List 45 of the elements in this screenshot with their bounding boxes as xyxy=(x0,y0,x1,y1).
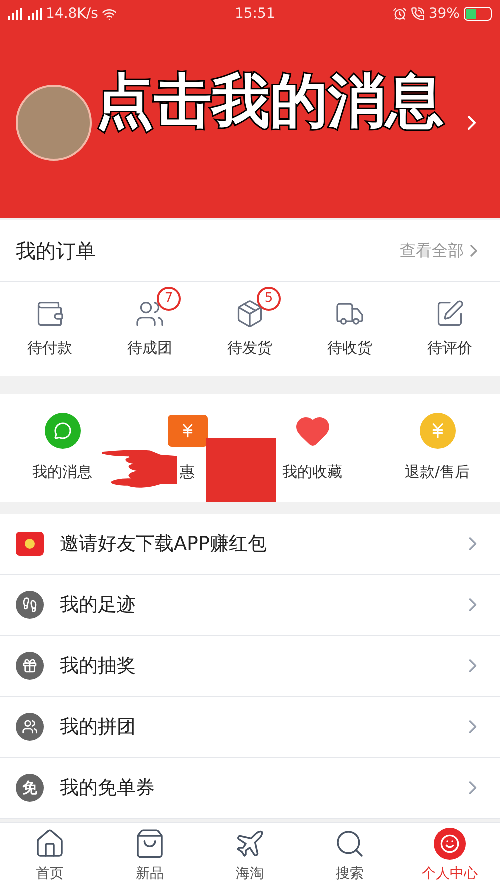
order-status-item[interactable]: 7 待成团 xyxy=(100,282,200,376)
order-status-item[interactable]: 5 待发货 xyxy=(200,282,300,376)
chat-bubble-icon xyxy=(44,412,80,449)
menu-icon-glyph: 免 xyxy=(16,774,44,802)
coin-icon xyxy=(420,412,456,449)
service-label[interactable]: 退款/售后 xyxy=(404,460,470,484)
ticket-icon xyxy=(168,414,208,447)
tab[interactable]: 首页 xyxy=(0,823,100,889)
tab[interactable]: 个人中心 xyxy=(400,823,500,889)
count-badge: 5 xyxy=(257,286,281,311)
package-icon xyxy=(235,298,265,329)
count-badge: 7 xyxy=(157,286,181,311)
shopping-bag-icon xyxy=(134,828,166,860)
cover-block xyxy=(206,438,276,502)
service-label[interactable]: 惠 xyxy=(180,460,195,484)
menu-row[interactable]: 我的拼团 xyxy=(0,697,500,758)
service-label[interactable]: 我的消息 xyxy=(32,460,92,484)
order-status-item[interactable]: 待付款 xyxy=(0,282,100,376)
service-label[interactable]: 我的收藏 xyxy=(282,460,342,484)
network-speed: 14.8K/s xyxy=(46,4,98,24)
battery-percent: 39% xyxy=(428,4,460,24)
gift-icon xyxy=(16,652,44,680)
tab[interactable]: 搜索 xyxy=(300,823,400,889)
overlay-caption: 点击我的消息 xyxy=(96,72,444,130)
section-title: 我的订单 xyxy=(16,238,96,264)
home-icon xyxy=(34,828,66,860)
menu-row[interactable]: 免 我的免单券 xyxy=(0,758,500,819)
tab[interactable]: 海淘 xyxy=(200,823,300,889)
clock-time: 15:51 xyxy=(234,4,276,24)
people-icon xyxy=(16,713,44,741)
footprint-icon xyxy=(16,591,44,619)
tab[interactable]: 新品 xyxy=(100,823,200,889)
battery-icon xyxy=(464,7,492,21)
order-status-item[interactable]: 待收货 xyxy=(300,282,400,376)
edit-icon xyxy=(435,298,465,329)
envelope-icon xyxy=(16,532,44,556)
menu-row[interactable]: 我的抽奖 xyxy=(0,636,500,697)
menu-row[interactable]: 我的足迹 xyxy=(0,575,500,636)
menu-row[interactable]: 邀请好友下载APP赚红包 xyxy=(0,514,500,575)
phone-icon xyxy=(410,7,425,21)
signal-icon xyxy=(8,8,42,20)
alarm-icon xyxy=(392,7,407,21)
face-icon xyxy=(434,828,466,860)
wifi-icon xyxy=(102,6,118,22)
order-status-item[interactable]: 待评价 xyxy=(400,282,500,376)
